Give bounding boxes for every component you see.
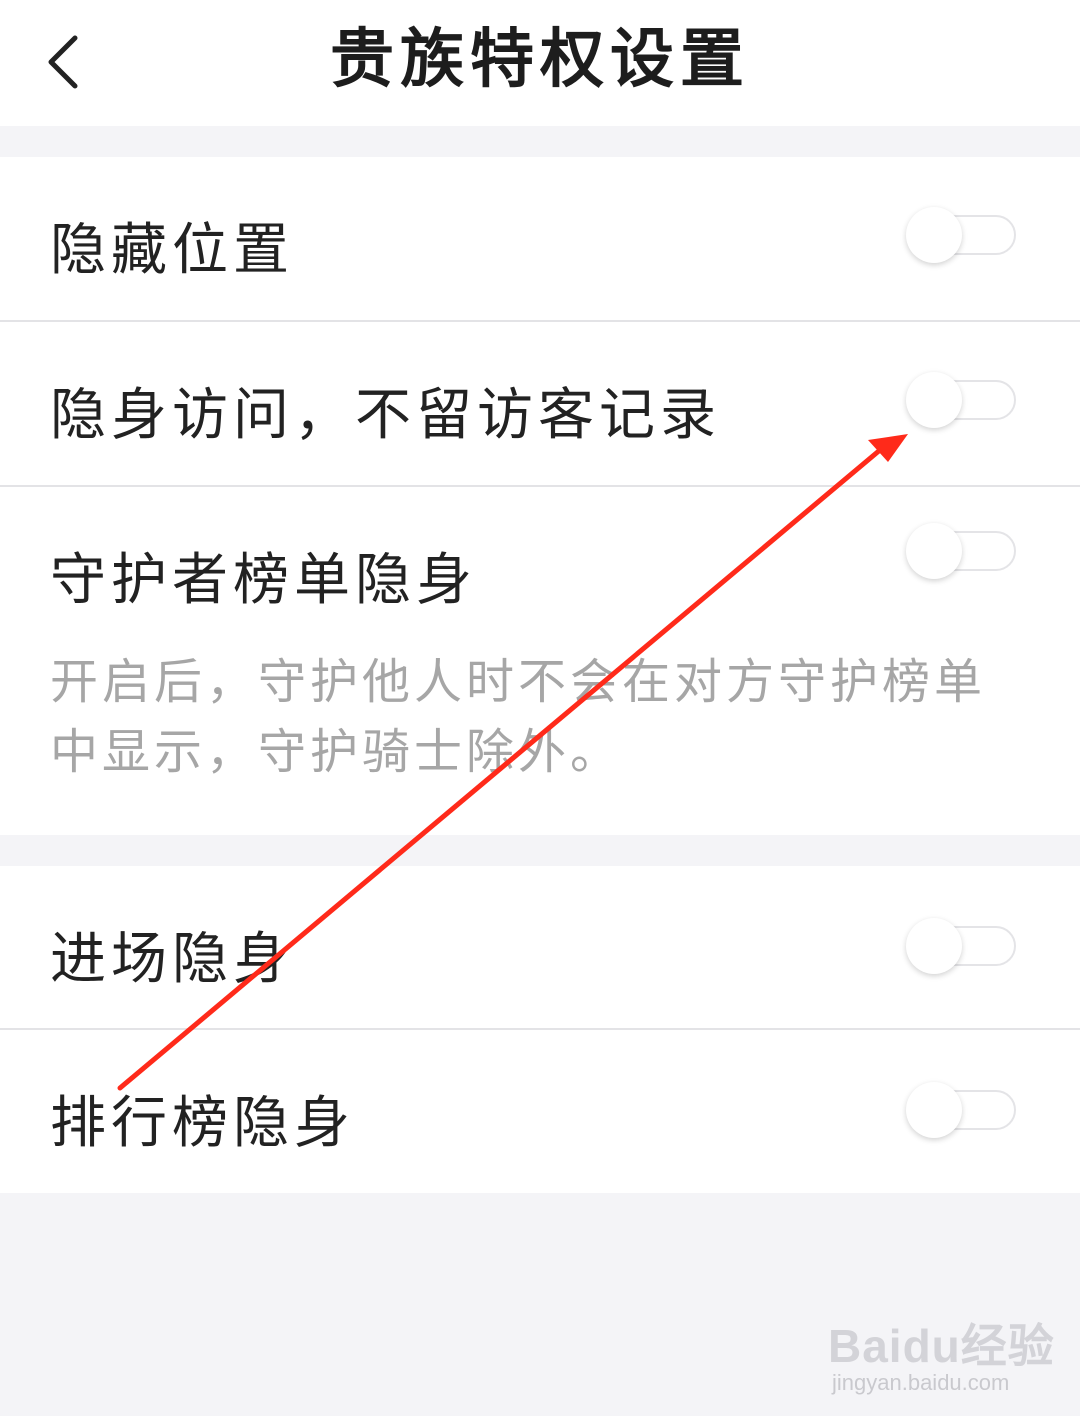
- setting-row-invisible-visit: 隐身访问，不留访客记录: [0, 322, 1080, 486]
- setting-description: 开启后，守护他人时不会在对方守护榜单中显示，守护骑士除外。: [50, 654, 987, 780]
- header-bar: 贵族特权设置: [0, 0, 1080, 126]
- settings-group-1: 隐藏位置 隐身访问，不留访客记录 守护者榜单隐身 开启后，守护他人时不会在对方守…: [0, 157, 1080, 835]
- toggle-knob: [906, 523, 962, 579]
- watermark-brand: Baidu经验: [828, 1320, 1055, 1372]
- setting-row-hide-location: 隐藏位置: [0, 157, 1080, 321]
- page-title: 贵族特权设置: [330, 22, 750, 97]
- setting-label: 排行榜隐身: [50, 1091, 355, 1156]
- watermark-url: jingyan.baidu.com: [832, 1370, 1010, 1395]
- toggle-knob: [906, 918, 962, 974]
- hide-location-toggle[interactable]: [906, 207, 1016, 263]
- setting-row-entry-invisible: 进场隐身: [0, 866, 1080, 1028]
- setting-label: 隐藏位置: [50, 218, 294, 283]
- baidu-watermark: Baidu经验 jingyan.baidu.com: [828, 1292, 1058, 1402]
- entry-invisible-toggle[interactable]: [906, 918, 1016, 974]
- toggle-knob: [906, 1082, 962, 1138]
- settings-group-2: 进场隐身 排行榜隐身: [0, 866, 1080, 1193]
- ranking-invisible-toggle[interactable]: [906, 1082, 1016, 1138]
- setting-label: 隐身访问，不留访客记录: [50, 383, 721, 448]
- setting-label: 进场隐身: [50, 927, 294, 992]
- invisible-visit-toggle[interactable]: [906, 372, 1016, 428]
- toggle-knob: [906, 207, 962, 263]
- toggle-knob: [906, 372, 962, 428]
- setting-label: 守护者榜单隐身: [50, 548, 477, 613]
- setting-row-ranking-invisible: 排行榜隐身: [0, 1030, 1080, 1193]
- guardian-list-invisible-toggle[interactable]: [906, 523, 1016, 579]
